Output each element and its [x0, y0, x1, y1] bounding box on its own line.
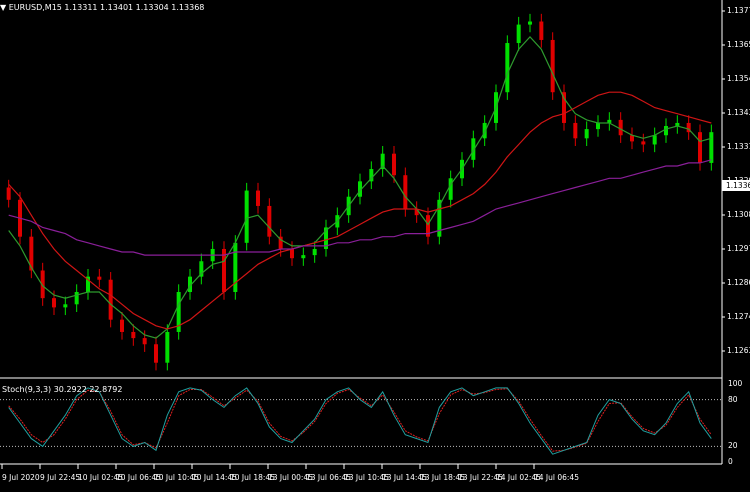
- candle-body: [664, 126, 668, 136]
- price-axis-label: 1.13430: [727, 108, 750, 117]
- candle-body: [584, 129, 589, 139]
- candle-body: [312, 248, 317, 256]
- candle-body: [652, 135, 657, 145]
- time-axis-label: 9 Jul 22:45: [40, 473, 81, 482]
- price-axis-label: 1.13540: [727, 74, 750, 83]
- candlesticks: [6, 13, 714, 371]
- price-axis-label: 1.12630: [727, 346, 750, 355]
- stoch-axis-label: 80: [728, 394, 738, 404]
- candle-body: [244, 190, 249, 243]
- candle-body: [165, 331, 170, 363]
- price-axis-label: 1.13315: [727, 142, 750, 151]
- candle-body: [618, 119, 623, 136]
- candle-body: [448, 178, 453, 200]
- chart-canvas[interactable]: [0, 0, 750, 492]
- stoch-signal-line: [8, 388, 712, 452]
- candle-body: [516, 24, 521, 44]
- price-axis[interactable]: 1.137701.136551.135401.134301.133151.132…: [722, 0, 750, 492]
- candle-body: [539, 21, 544, 40]
- candle-body: [131, 331, 136, 339]
- candle-body: [120, 319, 124, 332]
- candle-body: [573, 122, 578, 139]
- price-axis-label: 1.13770: [727, 6, 750, 15]
- ma-mid-line: [8, 91, 712, 330]
- price-axis-label: 1.12745: [727, 312, 750, 321]
- candle-body: [562, 92, 566, 123]
- stoch-axis-label: 100: [728, 379, 743, 388]
- candle-body: [505, 43, 510, 93]
- candle-body: [550, 39, 555, 93]
- candle-body: [256, 190, 260, 206]
- time-axis-label: 9 Jul 2020: [2, 473, 40, 482]
- price-axis-label: 1.13655: [727, 40, 750, 49]
- candle-body: [596, 122, 600, 130]
- price-axis-label: 1.12860: [727, 278, 750, 287]
- candle-body: [528, 21, 532, 25]
- candle-body: [142, 338, 147, 345]
- stochastic-header: Stoch(9,3,3) 30.2922 22.8792: [2, 385, 123, 394]
- price-axis-label: 1.12975: [727, 244, 750, 253]
- candle-body: [392, 153, 396, 176]
- candle-body: [709, 132, 714, 163]
- stochastic-lines: [8, 387, 712, 455]
- candle-body: [641, 141, 646, 145]
- symbol-header: ▼ EURUSD,M15 1.13311 1.13401 1.13304 1.1…: [0, 3, 205, 12]
- stoch-axis-label: 20: [728, 441, 738, 451]
- candle-body: [97, 276, 102, 280]
- candle-body: [63, 304, 68, 308]
- stoch-axis-label: 0: [728, 457, 733, 466]
- candle-body: [267, 205, 272, 237]
- candle-body: [154, 344, 158, 363]
- candle-body: [108, 279, 113, 320]
- time-axis-label: 14 Jul 06:45: [534, 473, 579, 482]
- chart-frame: [0, 0, 725, 469]
- current-price-label: 1.13368: [722, 180, 750, 191]
- candle-body: [698, 132, 702, 163]
- candle-body: [403, 175, 408, 210]
- candle-body: [74, 292, 79, 305]
- candle-body: [301, 255, 306, 259]
- candle-body: [52, 298, 56, 308]
- price-axis-label: 1.13085: [727, 210, 750, 219]
- candle-body: [6, 187, 11, 200]
- candle-body: [290, 248, 294, 259]
- chart-window[interactable]: ▼ EURUSD,M15 1.13311 1.13401 1.13304 1.1…: [0, 0, 750, 492]
